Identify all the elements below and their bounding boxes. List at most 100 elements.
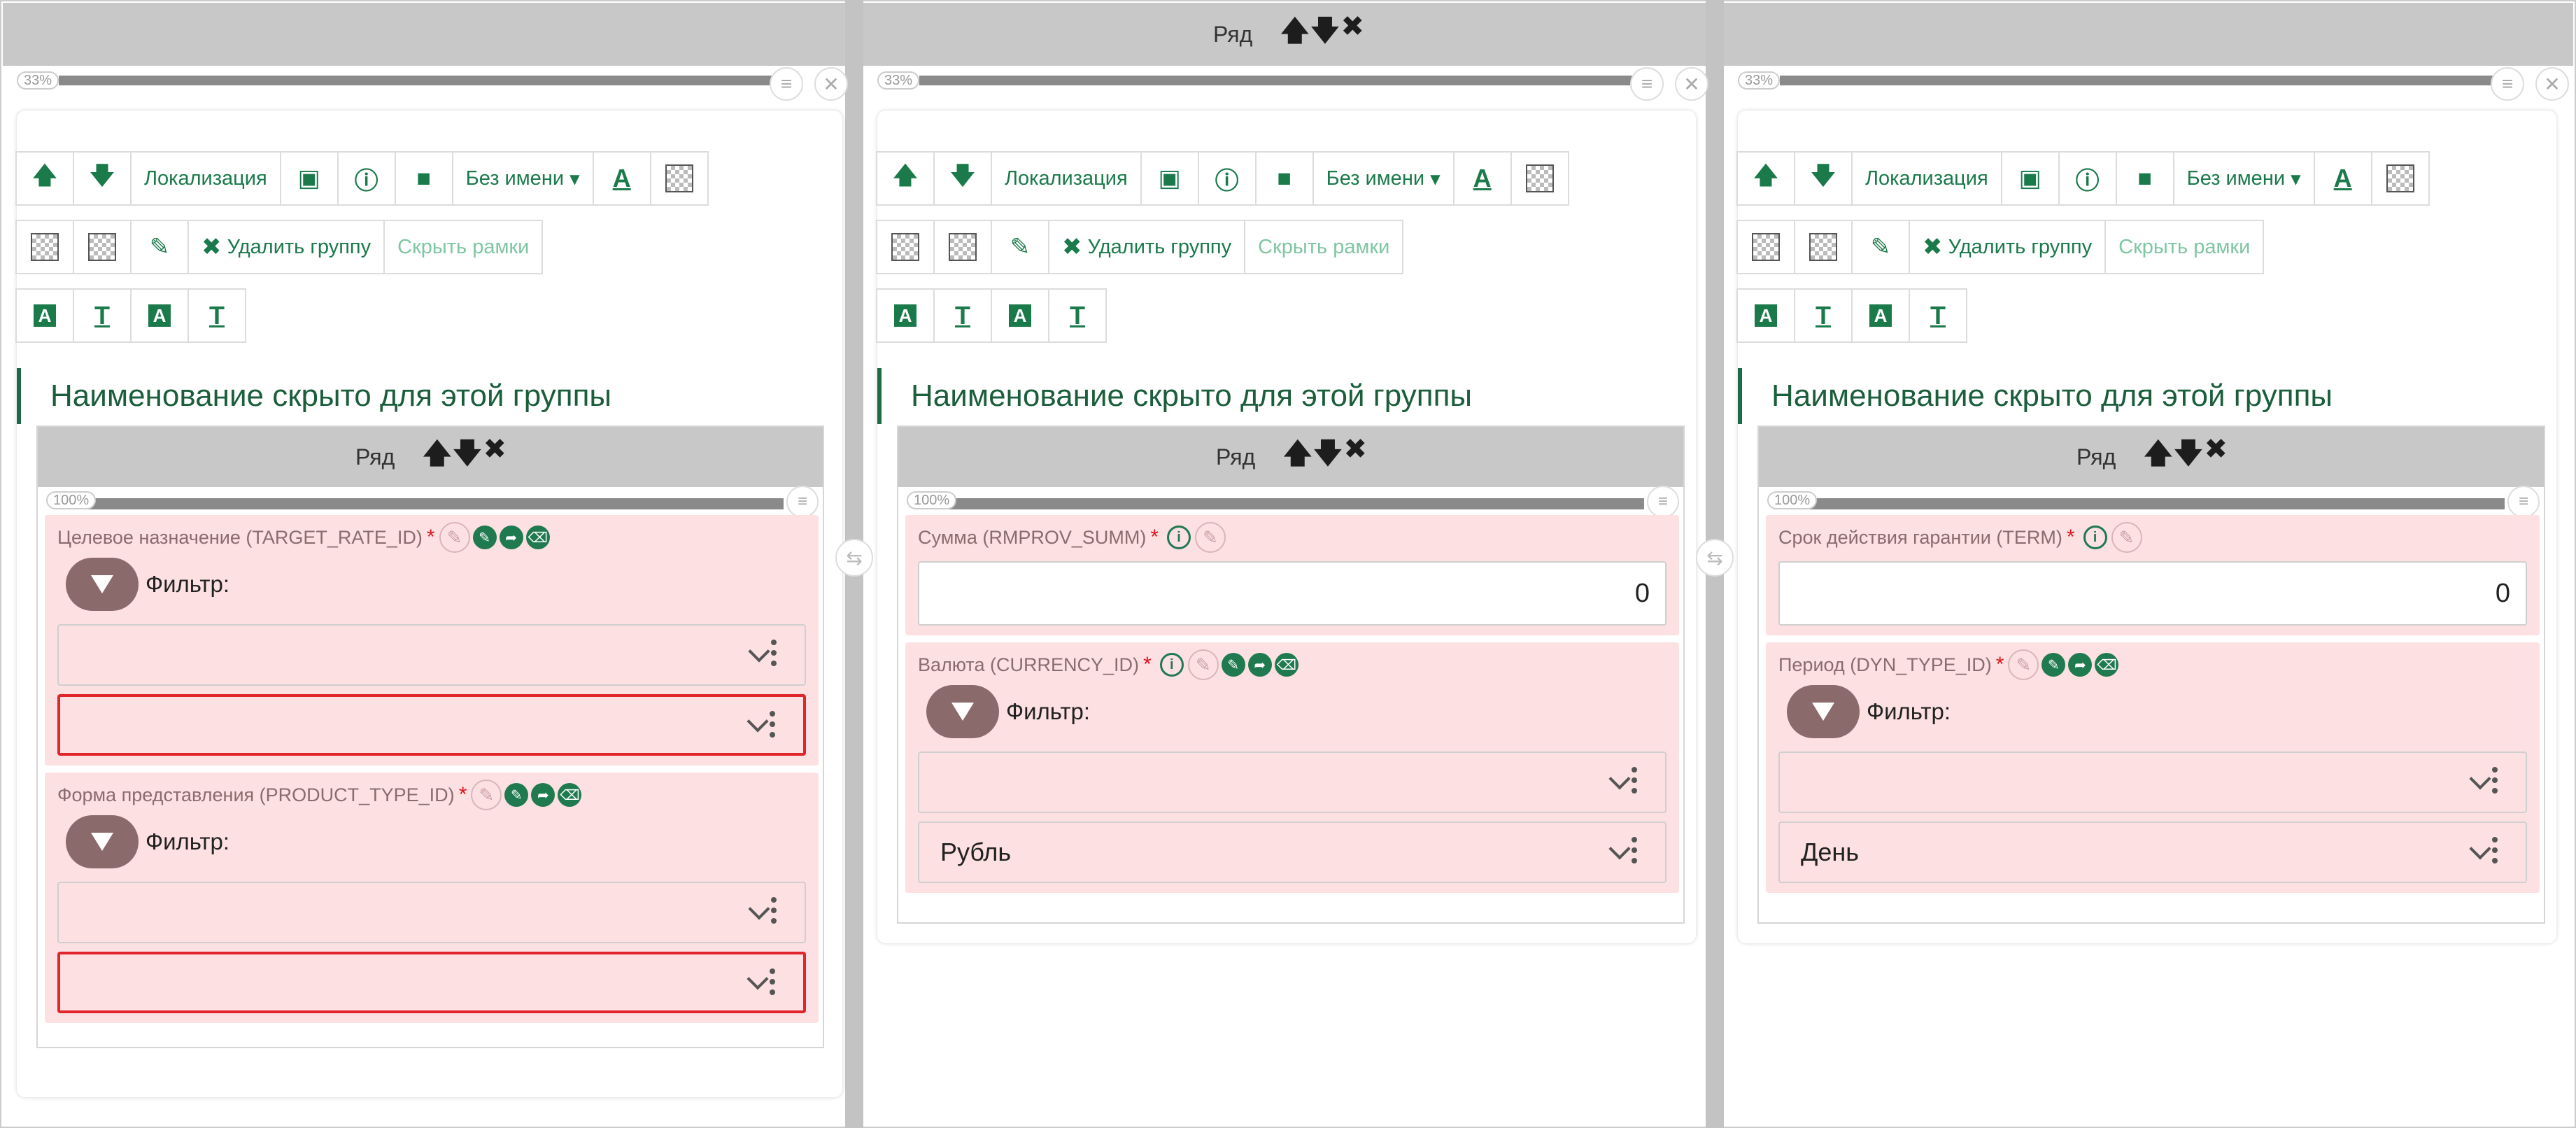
filter-select[interactable] xyxy=(57,882,806,943)
delete-group-button[interactable]: ✖ Удалить группу xyxy=(1048,220,1246,274)
close-icon[interactable]: ✖ xyxy=(1341,10,1364,58)
filter-select[interactable] xyxy=(918,752,1666,813)
close-icon[interactable]: ✖ xyxy=(483,433,507,481)
close-icon[interactable]: ✖ xyxy=(2205,433,2228,481)
arrow-up-icon[interactable]: 🡅 xyxy=(423,433,451,481)
info-icon[interactable]: i xyxy=(1159,653,1184,677)
edit-icon[interactable]: ✎ xyxy=(439,522,470,553)
info-icon[interactable]: i xyxy=(1167,526,1191,549)
binoculars-button[interactable]: ▣ xyxy=(1140,151,1199,206)
inner-width-bar[interactable]: 100% ≡ xyxy=(1759,486,2544,518)
filter-select[interactable] xyxy=(1778,752,2527,813)
term-input[interactable]: 0 xyxy=(1778,561,2527,626)
hide-frames-button[interactable]: Скрыть рамки xyxy=(383,220,544,274)
product-type-select[interactable] xyxy=(57,952,806,1013)
edit-icon[interactable]: ✎ xyxy=(1195,522,1226,553)
text-format-button[interactable]: T xyxy=(73,288,132,343)
bg-transparent-button[interactable] xyxy=(15,220,74,274)
move-down-button[interactable]: 🡇 xyxy=(1794,151,1853,206)
text-style-button[interactable]: A xyxy=(1851,288,1910,343)
column-width-bar[interactable]: 33% ≡ ✕ xyxy=(17,67,848,101)
eraser-button[interactable]: ✎ xyxy=(130,220,189,274)
move-up-button[interactable]: 🡅 xyxy=(15,151,74,206)
border-transparent-button[interactable] xyxy=(73,220,132,274)
share-icon[interactable]: ➦ xyxy=(1247,653,1272,677)
text-format-button[interactable]: T xyxy=(1794,288,1853,343)
pencil-icon[interactable]: ✎ xyxy=(1221,653,1245,677)
filter-button[interactable] xyxy=(926,685,999,738)
lock-button[interactable]: ■ xyxy=(1254,151,1314,206)
no-name-dropdown[interactable]: Без имени ▾ xyxy=(451,151,594,206)
info-button[interactable]: ⓘ xyxy=(337,151,396,206)
transparency-button[interactable] xyxy=(649,151,709,206)
text-format-button[interactable]: T xyxy=(1048,288,1107,343)
move-up-button[interactable]: 🡅 xyxy=(1736,151,1795,206)
text-style-button[interactable]: A xyxy=(991,288,1049,343)
arrow-up-icon[interactable]: 🡅 xyxy=(2144,433,2172,481)
arrow-down-icon[interactable]: 🡇 xyxy=(1313,433,1342,481)
filter-button[interactable] xyxy=(66,558,139,611)
bg-transparent-button[interactable] xyxy=(876,220,935,274)
eraser-icon[interactable]: ⌫ xyxy=(558,783,582,807)
arrow-up-icon[interactable]: 🡅 xyxy=(1280,10,1309,58)
share-icon[interactable]: ➦ xyxy=(2068,653,2093,677)
arrow-down-icon[interactable]: 🡇 xyxy=(1310,10,1339,58)
inner-width-bar[interactable]: 100% ≡ xyxy=(898,486,1683,518)
arrow-up-icon[interactable]: 🡅 xyxy=(1283,433,1312,481)
eraser-icon[interactable]: ⌫ xyxy=(1274,653,1298,677)
list-icon[interactable]: ≡ xyxy=(1647,486,1679,518)
binoculars-button[interactable]: ▣ xyxy=(279,151,339,206)
localization-button[interactable]: Локализация xyxy=(991,151,1142,206)
inner-width-bar[interactable]: 100% ≡ xyxy=(38,486,823,518)
pencil-icon[interactable]: ✎ xyxy=(504,783,529,807)
border-transparent-button[interactable] xyxy=(1794,220,1853,274)
column-width-bar[interactable]: 33% ≡ ✕ xyxy=(1738,67,2569,101)
eraser-button[interactable]: ✎ xyxy=(1851,220,1910,274)
info-icon[interactable]: i xyxy=(2083,526,2107,549)
target-rate-select[interactable] xyxy=(57,694,806,756)
sum-input[interactable]: 0 xyxy=(918,561,1666,626)
eraser-icon[interactable]: ⌫ xyxy=(525,526,550,549)
eraser-icon[interactable]: ⌫ xyxy=(2095,653,2119,677)
text-format-button[interactable]: T xyxy=(1909,288,1967,343)
text-format-button[interactable]: T xyxy=(187,288,246,343)
font-button[interactable]: A xyxy=(592,151,651,206)
list-icon[interactable]: ≡ xyxy=(2491,67,2524,101)
text-style-button[interactable]: A xyxy=(15,288,74,343)
filter-button[interactable] xyxy=(66,815,139,868)
text-style-button[interactable]: A xyxy=(130,288,189,343)
hide-frames-button[interactable]: Скрыть рамки xyxy=(2104,220,2265,274)
binoculars-button[interactable]: ▣ xyxy=(2000,151,2060,206)
no-name-dropdown[interactable]: Без имени ▾ xyxy=(1312,151,1455,206)
move-down-button[interactable]: 🡇 xyxy=(933,151,992,206)
edit-icon[interactable]: ✎ xyxy=(2111,522,2142,553)
close-column-icon[interactable]: ✕ xyxy=(814,67,848,101)
move-up-button[interactable]: 🡅 xyxy=(876,151,935,206)
edit-icon[interactable]: ✎ xyxy=(471,780,502,810)
edit-icon[interactable]: ✎ xyxy=(1187,649,1219,680)
move-down-button[interactable]: 🡇 xyxy=(73,151,132,206)
font-button[interactable]: A xyxy=(1452,151,1512,206)
list-icon[interactable]: ≡ xyxy=(2507,486,2540,518)
filter-button[interactable] xyxy=(1787,685,1860,738)
bg-transparent-button[interactable] xyxy=(1736,220,1795,274)
pencil-icon[interactable]: ✎ xyxy=(2041,653,2066,677)
localization-button[interactable]: Локализация xyxy=(1851,151,2002,206)
list-icon[interactable]: ≡ xyxy=(770,67,803,101)
share-icon[interactable]: ➦ xyxy=(531,783,555,807)
font-button[interactable]: A xyxy=(2313,151,2372,206)
text-format-button[interactable]: T xyxy=(933,288,992,343)
currency-select[interactable]: Рубль xyxy=(918,822,1666,883)
transparency-button[interactable] xyxy=(1510,151,1569,206)
close-icon[interactable]: ✖ xyxy=(1344,433,1367,481)
lock-button[interactable]: ■ xyxy=(394,151,453,206)
pencil-icon[interactable]: ✎ xyxy=(472,526,497,549)
text-style-button[interactable]: A xyxy=(876,288,935,343)
close-column-icon[interactable]: ✕ xyxy=(2535,67,2569,101)
hide-frames-button[interactable]: Скрыть рамки xyxy=(1244,220,1404,274)
eraser-button[interactable]: ✎ xyxy=(991,220,1049,274)
list-icon[interactable]: ≡ xyxy=(786,486,819,518)
delete-group-button[interactable]: ✖ Удалить группу xyxy=(187,220,385,274)
text-style-button[interactable]: A xyxy=(1736,288,1795,343)
share-icon[interactable]: ➦ xyxy=(499,526,523,549)
